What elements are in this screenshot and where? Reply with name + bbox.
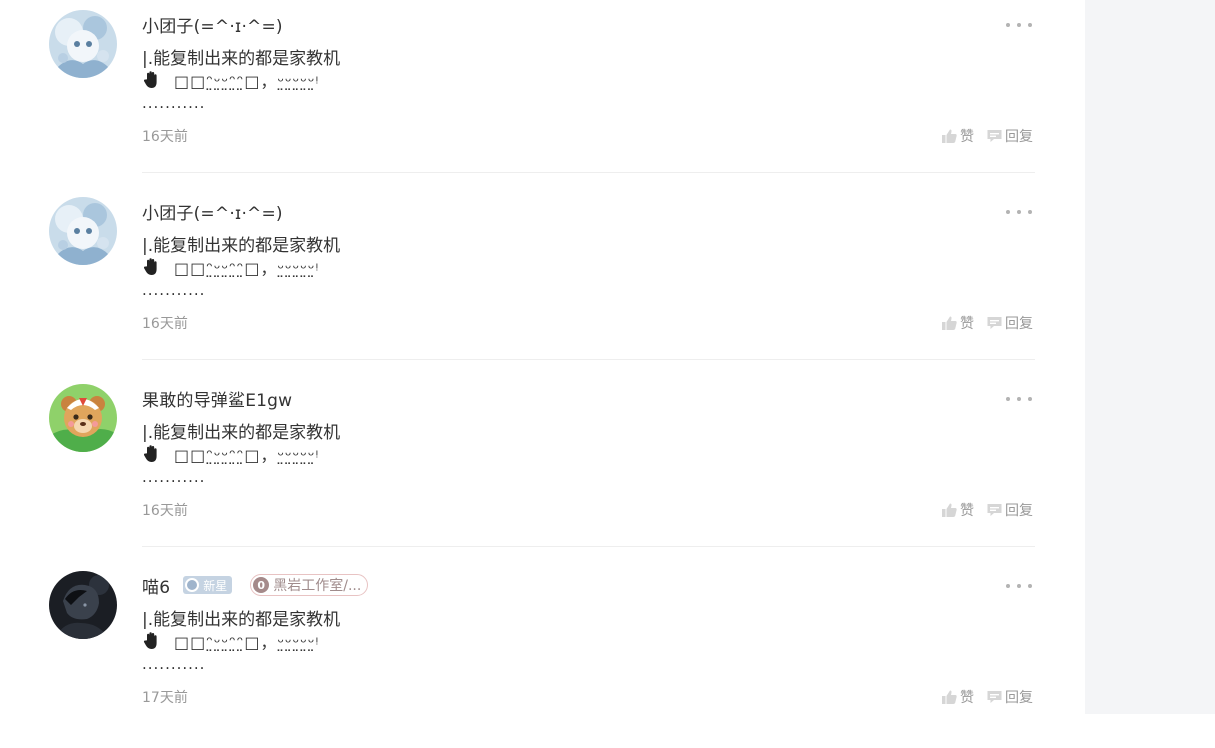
comment-item: 小团子(=^·ɪ·^=) |.能复制出来的都是家教机 □□ᵔ̤ᵕ̤ᵕ̤ᵔ̤ᵔ̤□… <box>0 0 1085 187</box>
group-badge-label: 黑岩工作室/... <box>273 578 362 594</box>
comment-actions: 赞 回复 <box>941 500 1033 520</box>
emoticon-text: □□ᵔ̤ᵕ̤ᵕ̤ᵔ̤ᵔ̤□，ᵕ̤ᵕ̤ᵕ̤ᵕ̤ᵕ̤ᵎ <box>174 633 320 652</box>
new-star-badge: 新星 <box>183 576 233 594</box>
more-options-icon[interactable] <box>1006 16 1032 34</box>
thumbs-up-icon <box>942 690 957 704</box>
divider <box>142 172 1035 173</box>
comment-text-line: □□ᵔ̤ᵕ̤ᵕ̤ᵔ̤ᵔ̤□，ᵕ̤ᵕ̤ᵕ̤ᵕ̤ᵕ̤ᵎ <box>142 255 319 279</box>
speech-bubble-icon <box>987 504 1002 516</box>
speech-bubble-icon <box>987 691 1002 703</box>
more-options-icon[interactable] <box>1006 390 1032 408</box>
cartoon-bear-avatar-icon <box>49 384 117 452</box>
reply-button[interactable]: 回复 <box>986 500 1033 520</box>
username[interactable]: 喵6 <box>142 573 170 598</box>
comment-item: 果敢的导弹鲨E1gw |.能复制出来的都是家教机 □□ᵔ̤ᵕ̤ᵕ̤ᵔ̤ᵔ̤□，ᵕ… <box>0 374 1085 561</box>
username-row: 小团子(=^·ɪ·^=) <box>142 12 283 37</box>
star-badge-icon <box>185 578 200 592</box>
comment-time: 16天前 <box>142 503 188 519</box>
new-star-badge-label: 新星 <box>203 578 228 593</box>
right-side-panel <box>1085 0 1215 714</box>
comment-actions: 赞 回复 <box>941 126 1033 146</box>
divider <box>142 359 1035 360</box>
username-row: 小团子(=^·ɪ·^=) <box>142 199 283 224</box>
username-row: 喵6 新星 0 黑岩工作室/... <box>142 573 369 598</box>
like-label: 赞 <box>960 316 974 332</box>
username[interactable]: 小团子(=^·ɪ·^=) <box>142 199 283 224</box>
like-button[interactable]: 赞 <box>941 500 974 520</box>
reply-label: 回复 <box>1005 129 1033 145</box>
comment-text: |.能复制出来的都是家教机 <box>142 423 341 443</box>
user-avatar[interactable] <box>49 384 117 452</box>
reply-label: 回复 <box>1005 316 1033 332</box>
reply-button[interactable]: 回复 <box>986 126 1033 146</box>
like-button[interactable]: 赞 <box>941 126 974 146</box>
comment-actions: 赞 回复 <box>941 313 1033 333</box>
username[interactable]: 果敢的导弹鲨E1gw <box>142 386 292 411</box>
thumbs-up-icon <box>942 503 957 517</box>
raised-hand-icon <box>143 632 157 649</box>
ellipsis-text: ........... <box>142 655 206 673</box>
comment-time: 16天前 <box>142 129 188 145</box>
raised-hand-icon <box>143 445 157 462</box>
reply-label: 回复 <box>1005 503 1033 519</box>
emoticon-text: □□ᵔ̤ᵕ̤ᵕ̤ᵔ̤ᵔ̤□，ᵕ̤ᵕ̤ᵕ̤ᵕ̤ᵕ̤ᵎ <box>174 259 320 278</box>
ellipsis-text: ........... <box>142 281 206 299</box>
username-row: 果敢的导弹鲨E1gw <box>142 386 292 411</box>
thumbs-up-icon <box>942 316 957 330</box>
group-level-icon: 0 <box>253 577 270 593</box>
user-avatar[interactable] <box>49 10 117 78</box>
comment-text-line: □□ᵔ̤ᵕ̤ᵕ̤ᵔ̤ᵔ̤□，ᵕ̤ᵕ̤ᵕ̤ᵕ̤ᵕ̤ᵎ <box>142 442 319 466</box>
comment-list: 小团子(=^·ɪ·^=) |.能复制出来的都是家教机 □□ᵔ̤ᵕ̤ᵕ̤ᵔ̤ᵔ̤□… <box>0 0 1085 714</box>
divider <box>142 546 1035 547</box>
group-badge[interactable]: 0 黑岩工作室/... <box>250 574 369 596</box>
like-label: 赞 <box>960 690 974 706</box>
speech-bubble-icon <box>987 130 1002 142</box>
comment-text: |.能复制出来的都是家教机 <box>142 236 341 256</box>
ellipsis-text: ........... <box>142 468 206 486</box>
anime-girl-avatar-icon <box>49 197 117 265</box>
dark-portrait-avatar-icon <box>49 571 117 639</box>
comment-text: |.能复制出来的都是家教机 <box>142 49 341 69</box>
user-avatar[interactable] <box>49 571 117 639</box>
user-avatar[interactable] <box>49 197 117 265</box>
emoticon-text: □□ᵔ̤ᵕ̤ᵕ̤ᵔ̤ᵔ̤□，ᵕ̤ᵕ̤ᵕ̤ᵕ̤ᵕ̤ᵎ <box>174 72 320 91</box>
more-options-icon[interactable] <box>1006 203 1032 221</box>
username[interactable]: 小团子(=^·ɪ·^=) <box>142 12 283 37</box>
comment-item: 喵6 新星 0 黑岩工作室/... |.能复制出来的都是家教机 □□ᵔ̤ᵕ̤ᵕ̤… <box>0 561 1085 748</box>
more-options-icon[interactable] <box>1006 577 1032 595</box>
raised-hand-icon <box>143 258 157 275</box>
comment-text: |.能复制出来的都是家教机 <box>142 610 341 630</box>
thumbs-up-icon <box>942 129 957 143</box>
emoticon-text: □□ᵔ̤ᵕ̤ᵕ̤ᵔ̤ᵔ̤□，ᵕ̤ᵕ̤ᵕ̤ᵕ̤ᵕ̤ᵎ <box>174 446 320 465</box>
anime-girl-avatar-icon <box>49 10 117 78</box>
like-button[interactable]: 赞 <box>941 687 974 707</box>
comment-item: 小团子(=^·ɪ·^=) |.能复制出来的都是家教机 □□ᵔ̤ᵕ̤ᵕ̤ᵔ̤ᵔ̤□… <box>0 187 1085 374</box>
comment-text-line: □□ᵔ̤ᵕ̤ᵕ̤ᵔ̤ᵔ̤□，ᵕ̤ᵕ̤ᵕ̤ᵕ̤ᵕ̤ᵎ <box>142 68 319 92</box>
raised-hand-icon <box>143 71 157 88</box>
comment-actions: 赞 回复 <box>941 687 1033 707</box>
reply-label: 回复 <box>1005 690 1033 706</box>
comment-time: 17天前 <box>142 690 188 706</box>
comment-time: 16天前 <box>142 316 188 332</box>
reply-button[interactable]: 回复 <box>986 313 1033 333</box>
speech-bubble-icon <box>987 317 1002 329</box>
comment-text-line: □□ᵔ̤ᵕ̤ᵕ̤ᵔ̤ᵔ̤□，ᵕ̤ᵕ̤ᵕ̤ᵕ̤ᵕ̤ᵎ <box>142 629 319 653</box>
ellipsis-text: ........... <box>142 94 206 112</box>
like-label: 赞 <box>960 129 974 145</box>
like-button[interactable]: 赞 <box>941 313 974 333</box>
reply-button[interactable]: 回复 <box>986 687 1033 707</box>
like-label: 赞 <box>960 503 974 519</box>
